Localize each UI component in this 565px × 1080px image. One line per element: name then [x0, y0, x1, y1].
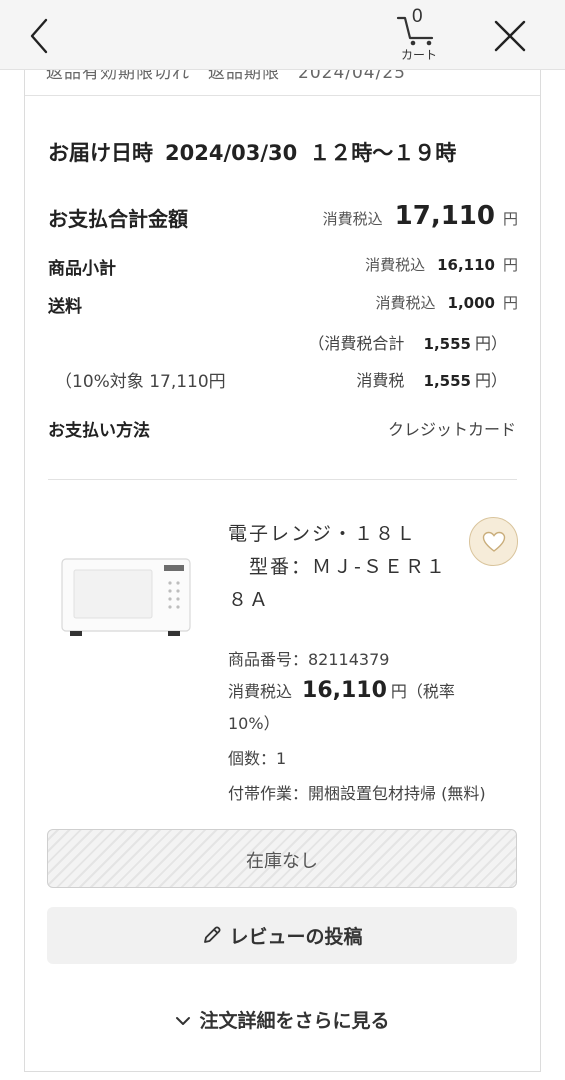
installation-service: 付帯作業：開梱設置包材持帰 (無料)	[228, 784, 486, 803]
shipping-row: 送料 消費税込 1,000 円	[48, 292, 518, 322]
show-more-details-link[interactable]: 注文詳細をさらに見る	[0, 1006, 565, 1033]
microwave-icon	[61, 558, 191, 636]
review-inner: レビューの投稿	[47, 922, 517, 949]
chevron-left-icon	[30, 18, 48, 54]
total-row: お支払合計金額 消費税込 17,110 円	[48, 201, 518, 233]
heart-icon	[482, 531, 506, 552]
pencil-icon	[204, 926, 221, 943]
payment-method-label: お支払い方法	[48, 421, 150, 441]
subtotal-label: 商品小計	[48, 259, 116, 279]
shipping-amount: 1,000	[447, 294, 495, 312]
total-label: お支払合計金額	[48, 207, 188, 231]
review-label: レビューの投稿	[229, 926, 363, 948]
shipping-unit: 円	[502, 294, 518, 312]
tax-total-close: 円）	[474, 334, 507, 353]
subtotal-amount: 16,110	[437, 256, 495, 274]
close-icon	[494, 20, 526, 52]
back-button[interactable]	[22, 14, 58, 58]
total-value: 消費税込 17,110 円	[323, 201, 518, 231]
subtotal-row: 商品小計 消費税込 16,110 円	[48, 254, 518, 284]
price-tax-prefix: 消費税込	[228, 682, 293, 701]
total-amount: 17,110	[394, 201, 495, 231]
cart-button[interactable]: 0 カート	[392, 6, 444, 62]
subtotal-value: 消費税込 16,110 円	[365, 254, 518, 275]
product-price: 消費税込 16,110 円（税率	[228, 678, 455, 703]
price-amount: 16,110	[302, 678, 387, 703]
tax-amount: 1,555	[423, 372, 471, 390]
tax-close: 円）	[474, 371, 507, 390]
write-review-button[interactable]: レビューの投稿	[47, 907, 517, 964]
cart-count-badge: 0	[412, 6, 423, 27]
favorite-button[interactable]	[469, 517, 518, 566]
more-label: 注文詳細をさらに見る	[199, 1010, 390, 1032]
delivery-label: お届け日時	[48, 141, 153, 165]
product-image[interactable]	[60, 555, 192, 639]
delivery-datetime: お届け日時 2024/03/30 １２時〜１９時	[48, 137, 468, 167]
total-tax-prefix: 消費税込	[322, 210, 383, 228]
tax-total-amount: 1,555	[423, 335, 471, 353]
product-name-line1: 電子レンジ・１８Ｌ	[228, 523, 418, 545]
product-name-line2: 型番：ＭＪ-ＳＥＲ１	[228, 556, 447, 578]
delivery-date: 2024/03/30	[165, 141, 298, 165]
price-suffix: 円（税率	[390, 682, 455, 701]
tax-target-note: （10%対象 17,110円	[55, 372, 226, 392]
tax-total-note: （消費税合計 1,555 円）	[308, 330, 507, 354]
tax-rate: 10%）	[228, 714, 280, 733]
cart-label: カート	[400, 48, 437, 62]
out-of-stock-label: 在庫なし	[246, 851, 318, 872]
product-number: 商品番号：82114379	[228, 650, 390, 669]
shipping-value: 消費税込 1,000 円	[376, 292, 518, 313]
shipping-tax-prefix: 消費税込	[375, 294, 436, 312]
product-name-line3: ８Ａ	[228, 589, 271, 611]
payment-method-value: クレジットカード	[387, 420, 516, 439]
out-of-stock-button[interactable]: 在庫なし	[47, 829, 517, 888]
divider	[25, 95, 540, 96]
tax-note: 消費税 1,555 円）	[356, 367, 507, 391]
delivery-time: １２時〜１９時	[309, 141, 457, 165]
total-unit: 円	[502, 210, 518, 228]
close-button[interactable]	[490, 16, 530, 56]
tax-total-open: （消費税合計	[308, 334, 405, 353]
shipping-label: 送料	[48, 297, 82, 317]
product-name[interactable]: 電子レンジ・１８Ｌ 型番：ＭＪ-ＳＥＲ１ ８Ａ	[228, 518, 458, 617]
tax-label: 消費税	[356, 371, 405, 390]
quantity: 個数：1	[228, 749, 287, 768]
subtotal-tax-prefix: 消費税込	[365, 256, 426, 274]
divider	[48, 479, 517, 480]
subtotal-unit: 円	[502, 256, 518, 274]
top-navigation-bar: 0 カート	[0, 0, 565, 70]
chevron-down-icon	[176, 1017, 191, 1025]
